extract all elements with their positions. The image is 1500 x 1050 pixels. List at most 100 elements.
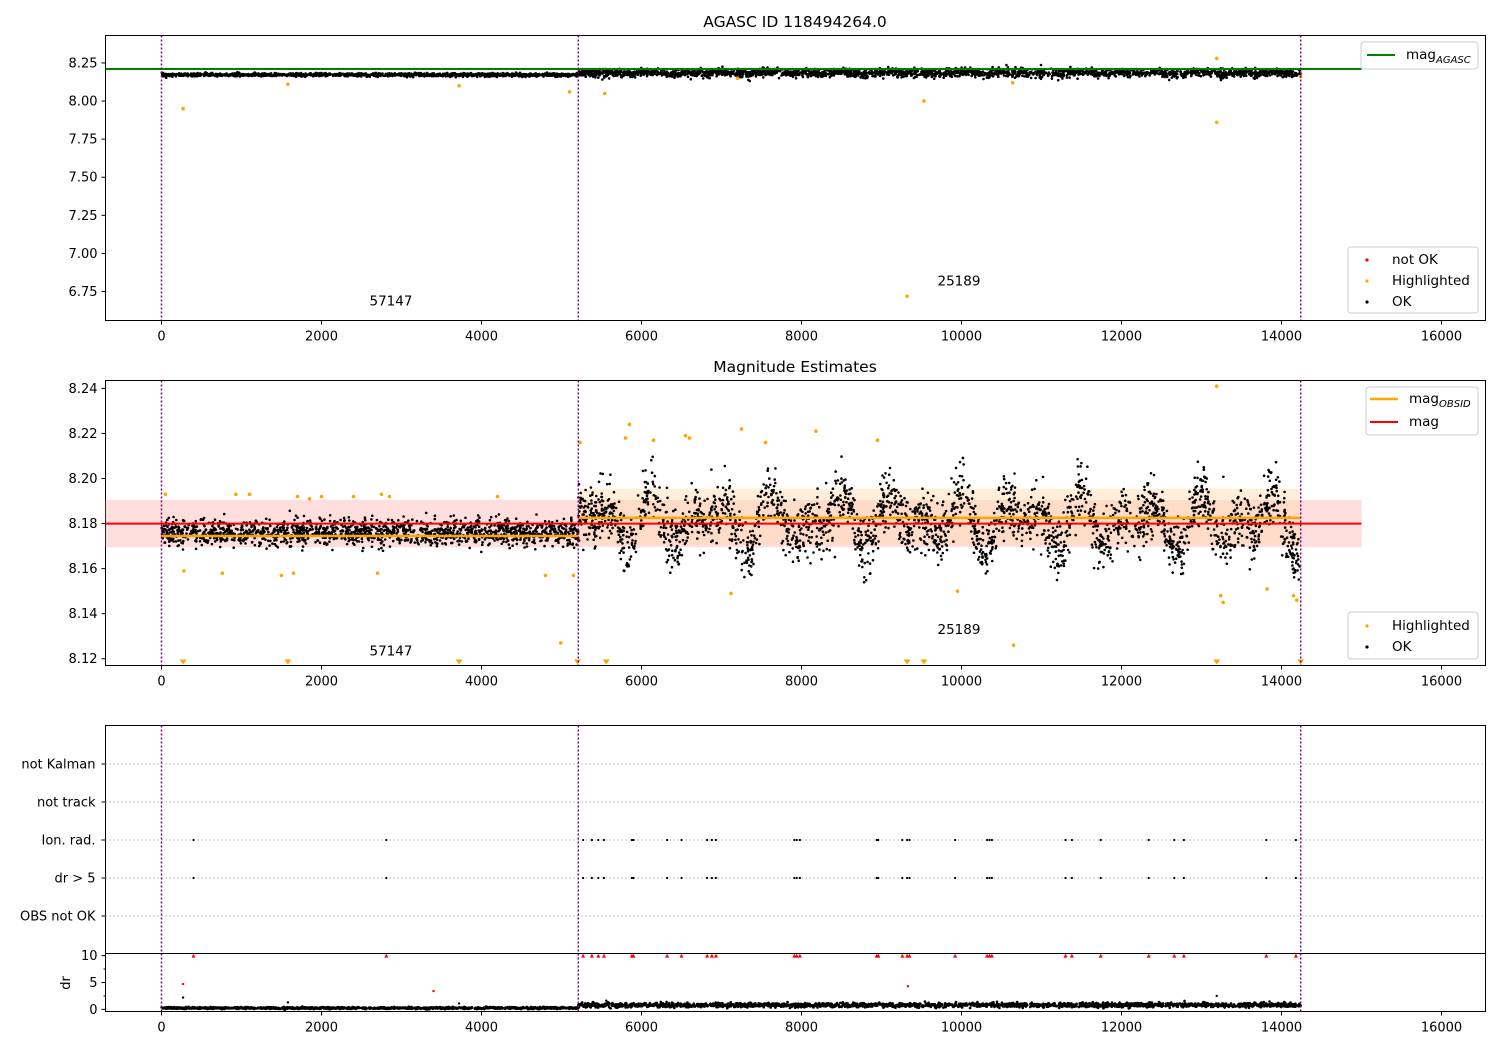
ok-point — [458, 539, 462, 543]
ok-point — [1079, 72, 1083, 76]
ok-point — [1017, 72, 1021, 75]
ok-point — [749, 71, 752, 75]
ok-point — [805, 73, 809, 77]
ok-point — [1287, 70, 1290, 74]
ok-point — [424, 528, 427, 531]
ok-point — [306, 520, 309, 523]
ok-point — [351, 520, 355, 523]
ok-point — [282, 540, 286, 543]
ok-point — [404, 73, 408, 76]
ok-point — [939, 73, 942, 76]
ok-point — [374, 75, 378, 78]
ok-point — [171, 530, 175, 533]
ok-point — [298, 539, 301, 543]
ok-point — [751, 73, 755, 77]
ok-point — [377, 548, 381, 551]
ok-point — [1086, 73, 1090, 76]
ok-point — [419, 72, 423, 75]
ok-point — [177, 544, 181, 547]
ok-point — [213, 518, 217, 521]
ok-point — [527, 538, 531, 542]
ok-point — [531, 540, 534, 544]
ok-point — [247, 74, 250, 77]
ok-point — [974, 76, 977, 79]
ok-point — [678, 72, 681, 75]
ok-point — [441, 73, 445, 76]
ok-point — [311, 73, 314, 77]
ok-point — [532, 538, 536, 541]
ok-point — [1004, 70, 1008, 73]
ok-point — [195, 525, 199, 528]
ok-point — [1265, 69, 1268, 73]
ok-point — [1058, 70, 1062, 73]
ok-point — [289, 72, 292, 75]
ok-point — [938, 69, 941, 73]
ok-point — [1255, 76, 1259, 80]
ok-point — [629, 75, 632, 78]
ok-point — [288, 509, 292, 513]
ok-point — [227, 74, 230, 78]
ok-point — [214, 72, 218, 76]
ok-point — [1138, 75, 1141, 78]
ok-point — [1005, 63, 1008, 67]
ok-point — [535, 513, 538, 516]
ok-point — [326, 531, 330, 535]
ok-point — [721, 72, 725, 76]
obsid-label: 57147 — [370, 293, 413, 309]
ok-point — [1029, 70, 1033, 74]
y-tick-label: 7.25 — [69, 209, 98, 224]
ok-point — [1096, 72, 1099, 75]
ok-point — [514, 529, 518, 532]
p1-legend-ok: OK — [1392, 294, 1413, 310]
ok-point — [449, 75, 452, 79]
ok-point — [220, 73, 224, 76]
ok-point — [1038, 76, 1042, 79]
ok-point — [1062, 73, 1066, 77]
ok-point — [804, 70, 807, 74]
ok-point — [407, 524, 411, 527]
ok-point — [257, 74, 260, 77]
ok-point — [982, 77, 985, 81]
ok-point — [561, 545, 565, 549]
ok-point — [468, 546, 472, 550]
highlighted-point — [1214, 120, 1219, 125]
ok-point — [1182, 76, 1185, 80]
ok-point — [700, 74, 704, 78]
ok-point — [522, 527, 525, 530]
ok-point — [469, 73, 472, 77]
ok-point — [494, 515, 498, 518]
ok-point — [268, 72, 272, 76]
ok-point — [1090, 72, 1094, 75]
ok-point — [163, 541, 166, 544]
ok-point — [360, 524, 363, 527]
ok-point — [1021, 74, 1024, 77]
ok-point — [415, 519, 419, 523]
ok-point — [927, 70, 930, 73]
ok-point — [185, 532, 188, 535]
ok-point — [515, 72, 518, 75]
ok-point — [1011, 71, 1015, 74]
ok-point — [1021, 70, 1025, 74]
ok-point — [476, 514, 480, 517]
ok-point — [747, 78, 750, 82]
p1-legend-not-ok-marker — [1365, 258, 1369, 262]
ok-point — [1281, 70, 1284, 74]
ok-point — [672, 71, 675, 74]
ok-point — [328, 540, 331, 543]
ok-point — [507, 543, 511, 546]
ok-point — [716, 72, 719, 76]
ok-point — [645, 70, 649, 73]
ok-point — [858, 71, 862, 75]
ok-point — [537, 74, 540, 78]
ok-point — [1029, 76, 1033, 80]
ok-point — [1253, 77, 1256, 80]
ok-point — [607, 77, 611, 80]
ok-point — [762, 76, 765, 79]
ok-point — [493, 539, 496, 542]
ok-point — [793, 70, 796, 74]
ok-point — [498, 528, 501, 531]
ok-point — [511, 544, 514, 547]
ok-point — [461, 75, 465, 78]
ok-point — [204, 73, 208, 76]
ok-point — [620, 75, 624, 79]
